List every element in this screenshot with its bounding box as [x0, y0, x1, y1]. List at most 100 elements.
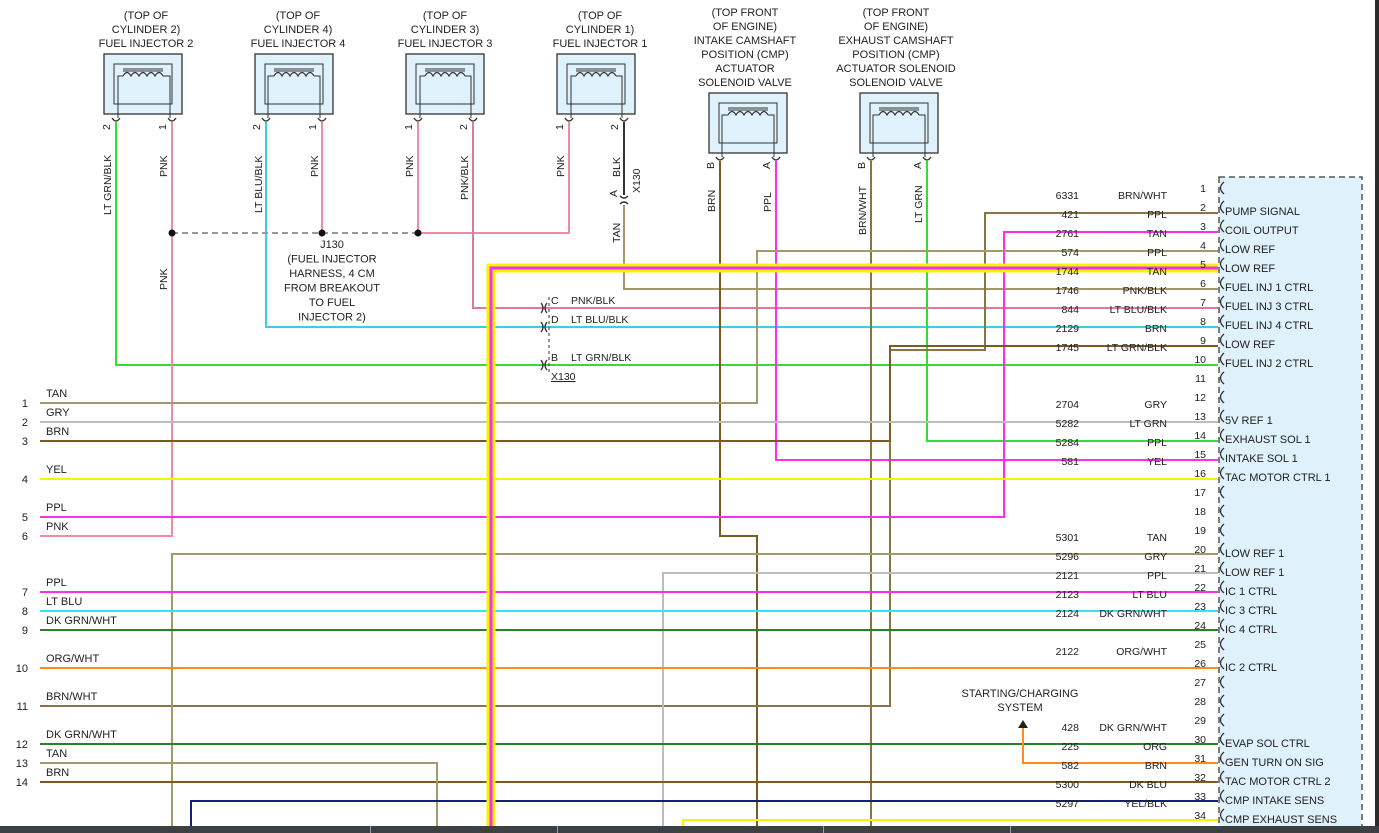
ecm-pin-number: 24: [1194, 620, 1206, 632]
ecm-pin-number: 19: [1194, 525, 1206, 537]
left-connector-pin-number: 6: [22, 531, 28, 543]
ecm-pin-function: FUEL INJ 3 CTRL: [1225, 301, 1313, 313]
ecm-circuit-number: 225: [1061, 741, 1079, 753]
ecm-pin-function: TAC MOTOR CTRL 1: [1225, 472, 1331, 484]
pin-label: B: [705, 162, 717, 169]
component-title-cmp_int: (TOP FRONT: [712, 7, 779, 19]
pin-terminal: [866, 156, 876, 161]
bottom-scroll-bar[interactable]: [0, 826, 1379, 833]
component-title-cmp_exh: SOLENOID VALVE: [849, 77, 943, 89]
ecm-wire-color: YEL/BLK: [1124, 798, 1167, 810]
ecm-circuit-number: 421: [1061, 209, 1079, 221]
ecm-circuit-number: 6331: [1056, 190, 1080, 202]
left-connector-wire-color: BRN/WHT: [46, 691, 98, 703]
ecm-pin-function: LOW REF: [1225, 339, 1275, 351]
pin-terminal: [261, 117, 271, 122]
ecm-pin-number: 22: [1194, 582, 1206, 594]
splice-j130-label: (FUEL INJECTOR: [287, 254, 376, 266]
ecm-pin-number: 26: [1194, 658, 1206, 670]
pin-terminal: [413, 117, 423, 122]
ecm-pin-number: 12: [1194, 392, 1206, 404]
ecm-pin-function: IC 3 CTRL: [1225, 605, 1277, 617]
ecm-pin-number: 28: [1194, 696, 1206, 708]
ecm-circuit-number: 1744: [1056, 266, 1080, 278]
ecm-wire-color: TAN: [1147, 266, 1167, 278]
pin-label: A: [912, 162, 924, 169]
component-title-inj2: CYLINDER 2): [112, 24, 180, 36]
ecm-pin-function: GEN TURN ON SIG: [1225, 757, 1324, 769]
splice-dot: [414, 229, 422, 237]
left-connector-pin-number: 2: [22, 417, 28, 429]
ecm-circuit-number: 2122: [1056, 646, 1080, 658]
ecm-module-body: [1218, 176, 1363, 833]
bottom-bar-divider: [823, 826, 824, 833]
component-cmp_exh: [859, 92, 939, 154]
starting-charging-label: SYSTEM: [997, 702, 1042, 714]
component-title-cmp_int: SOLENOID VALVE: [698, 77, 792, 89]
x130-name-label: X130: [631, 168, 643, 193]
left-connector-wire-color: TAN: [46, 748, 67, 760]
ecm-pin-function: IC 2 CTRL: [1225, 662, 1277, 674]
ecm-wire-color: DK BLU: [1129, 779, 1167, 791]
ecm-wire-color: PPL: [1147, 209, 1167, 221]
splice-j130-label: FROM BREAKOUT: [284, 283, 380, 295]
ecm-pin-function: FUEL INJ 1 CTRL: [1225, 282, 1313, 294]
ecm-circuit-number: 1746: [1056, 285, 1080, 297]
ecm-pin-function: EVAP SOL CTRL: [1225, 738, 1310, 750]
left-connector-pin-number: 5: [22, 512, 28, 524]
left-connector-pin-number: 3: [22, 436, 28, 448]
ecm-circuit-number: 2129: [1056, 323, 1080, 335]
ecm-circuit-number: 582: [1061, 760, 1079, 772]
ecm-pin-number: 3: [1200, 221, 1206, 233]
left-connector-wire-color: DK GRN/WHT: [46, 729, 117, 741]
ecm-pin-function: CMP EXHAUST SENS: [1225, 814, 1337, 826]
x130-pin-label: C: [551, 295, 559, 307]
starting-charging-label: STARTING/CHARGING: [962, 688, 1079, 700]
component-title-inj3: FUEL INJECTOR 3: [398, 38, 493, 50]
pin-terminal: [771, 156, 781, 161]
vertical-wire-label: PNK: [158, 268, 170, 290]
splice-j130-label: HARNESS, 4 CM: [289, 268, 375, 280]
ecm-wire-color: ORG/WHT: [1116, 646, 1167, 658]
ecm-circuit-number: 5301: [1056, 532, 1080, 544]
ecm-circuit-number: 2761: [1056, 228, 1080, 240]
ecm-pin-function: EXHAUST SOL 1: [1225, 434, 1311, 446]
left-connector-pin-number: 9: [22, 625, 28, 637]
ecm-circuit-number: 5300: [1056, 779, 1080, 791]
ecm-pin-number: 11: [1195, 373, 1206, 385]
ecm-pin-number: 8: [1200, 316, 1206, 328]
ecm-pin-function: IC 4 CTRL: [1225, 624, 1277, 636]
left-connector-pin-number: 14: [16, 777, 28, 789]
pin-terminal: [619, 117, 629, 122]
component-title-inj3: (TOP OF: [423, 10, 467, 22]
arrow-starting-charging: [1018, 720, 1028, 728]
pin-label: 1: [403, 124, 415, 130]
ecm-wire-color: PPL: [1147, 570, 1167, 582]
component-inj1: [556, 53, 636, 115]
pin-label: 2: [458, 124, 470, 130]
window-right-edge: [1375, 0, 1379, 826]
vertical-wire-label: PNK: [555, 155, 567, 177]
pin-terminal: [922, 156, 932, 161]
ecm-wire-color: LT GRN/BLK: [1107, 342, 1167, 354]
component-title-inj1: (TOP OF: [578, 10, 622, 22]
component-title-cmp_int: POSITION (CMP): [701, 49, 788, 61]
pin-terminal: [167, 117, 177, 122]
ecm-pin-function: IC 1 CTRL: [1225, 586, 1277, 598]
ecm-circuit-number: 5284: [1056, 437, 1080, 449]
ecm-pin-number: 34: [1194, 810, 1206, 822]
ecm-pin-number: 10: [1194, 354, 1206, 366]
left-connector-wire-color: LT BLU: [46, 596, 82, 608]
ecm-pin-function: LOW REF 1: [1225, 548, 1284, 560]
left-connector-pin-number: 12: [16, 739, 28, 751]
component-cmp_int: [708, 92, 788, 154]
ecm-circuit-number: 574: [1061, 247, 1079, 259]
ecm-circuit-number: 2123: [1056, 589, 1080, 601]
vertical-wire-label: PNK: [404, 155, 416, 177]
vertical-wire-label: PNK: [158, 155, 170, 177]
ecm-pin-number: 29: [1194, 715, 1206, 727]
bottom-bar-divider: [557, 826, 558, 833]
wiring-diagram: 2 1(TOP OFCYLINDER 2)FUEL INJECTOR 22 1(TO…: [16, 7, 1363, 833]
vertical-wire-label: BRN: [706, 190, 718, 212]
component-title-cmp_int: ACTUATOR: [715, 63, 775, 75]
